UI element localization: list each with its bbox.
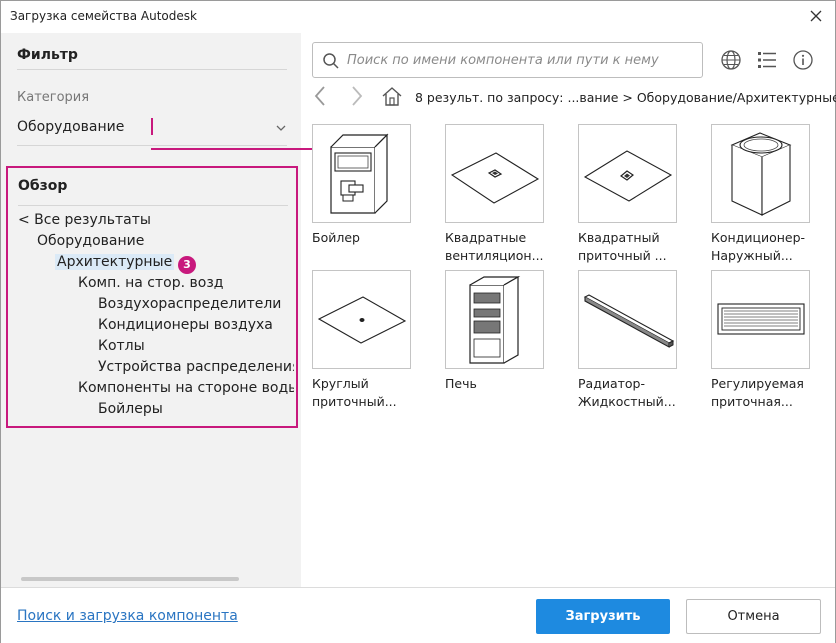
category-label: Категория [17, 90, 90, 105]
thumbnail [711, 124, 810, 223]
card-title: Регулируемая приточная... [711, 376, 804, 409]
divider [17, 145, 287, 146]
window-title: Загрузка семейства Autodesk [10, 9, 197, 23]
tree-item-distribution[interactable]: Устройства распределения [98, 359, 294, 375]
load-button[interactable]: Загрузить [536, 599, 670, 634]
filter-panel: Фильтр Категория Оборудование Обзор < Вс… [1, 33, 301, 587]
thumbnail [445, 124, 544, 223]
thumbnail [312, 124, 411, 223]
divider [18, 205, 288, 206]
result-card[interactable]: Радиатор- Жидкостный... [578, 270, 677, 411]
card-title: Квадратные вентиляцион... [445, 230, 544, 263]
search-load-link[interactable]: Поиск и загрузка компонента [17, 608, 238, 624]
tree-item-boilers[interactable]: Бойлеры [98, 401, 163, 417]
card-title: Бойлер [312, 230, 360, 245]
results-breadcrumb: 8 результ. по запросу: ...вание > Оборуд… [415, 90, 836, 105]
result-card[interactable]: Бойлер [312, 124, 411, 247]
callout-line [151, 148, 321, 150]
callout-line [151, 118, 153, 135]
search-box[interactable] [312, 42, 703, 78]
chevron-right-icon[interactable] [346, 85, 366, 107]
tree-item-air-conditioners[interactable]: Кондиционеры воздуха [98, 317, 273, 333]
boiler-thumbnail-icon [330, 133, 389, 214]
dialog-window: Загрузка семейства Autodesk Фильтр Катег… [0, 0, 836, 643]
card-title: Радиатор- Жидкостный... [578, 376, 676, 409]
ac-outdoor-thumbnail-icon [730, 132, 792, 216]
chevron-left-icon[interactable] [311, 85, 331, 107]
tree-item-air-terminals[interactable]: Воздухораспределители [98, 296, 281, 312]
tree-item-air-side[interactable]: Комп. на стор. возд [78, 275, 223, 291]
info-icon[interactable] [791, 48, 815, 72]
search-input[interactable] [347, 49, 697, 71]
card-title: Круглый приточный... [312, 376, 397, 409]
square-supply-thumbnail-icon [583, 150, 673, 202]
browse-section: Обзор < Все результаты Оборудование Архи… [6, 166, 298, 428]
dialog-footer: Поиск и загрузка компонента Загрузить От… [1, 587, 835, 643]
divider [17, 69, 287, 70]
tree-item-equipment[interactable]: Оборудование [37, 233, 144, 249]
browse-tree: < Все результаты Оборудование Архитектур… [8, 212, 294, 424]
result-card[interactable]: Квадратные вентиляцион... [445, 124, 544, 265]
list-view-icon[interactable] [755, 48, 779, 72]
browse-heading: Обзор [18, 178, 68, 194]
result-card[interactable]: Квадратный приточный ... [578, 124, 677, 265]
result-card[interactable]: Кондиционер- Наружный... [711, 124, 810, 265]
furnace-thumbnail-icon [469, 275, 521, 364]
thumbnail [578, 270, 677, 369]
tree-item-boilers-group[interactable]: Котлы [98, 338, 145, 354]
thumbnail [445, 270, 544, 369]
callout-badge: 3 [178, 256, 196, 274]
result-card[interactable]: Регулируемая приточная... [711, 270, 810, 411]
square-vent-thumbnail-icon [450, 152, 540, 204]
close-icon [810, 10, 822, 22]
result-card[interactable]: Круглый приточный... [312, 270, 411, 411]
globe-icon[interactable] [719, 48, 743, 72]
card-title: Кондиционер- Наружный... [711, 230, 806, 263]
radiator-thumbnail-icon [583, 294, 675, 348]
chevron-down-icon[interactable] [275, 122, 287, 134]
round-supply-thumbnail-icon [317, 296, 407, 344]
card-title: Квадратный приточный ... [578, 230, 667, 263]
home-icon[interactable] [381, 85, 403, 107]
filter-heading: Фильтр [17, 47, 78, 63]
tree-item-water-side[interactable]: Компоненты на стороне воды [78, 380, 294, 396]
thumbnail [312, 270, 411, 369]
card-title: Печь [445, 376, 477, 391]
thumbnail [711, 270, 810, 369]
horizontal-scrollbar[interactable] [21, 577, 239, 581]
result-card[interactable]: Печь [445, 270, 544, 393]
category-dropdown[interactable]: Оборудование [17, 119, 124, 135]
title-bar: Загрузка семейства Autodesk [1, 1, 835, 33]
thumbnail [578, 124, 677, 223]
tree-item-all-results[interactable]: < Все результаты [18, 212, 151, 228]
search-icon [323, 53, 339, 69]
adjustable-supply-thumbnail-icon [717, 303, 805, 335]
cancel-button[interactable]: Отмена [686, 599, 821, 634]
tree-item-architectural[interactable]: Архитектурные [55, 254, 175, 270]
close-button[interactable] [805, 5, 827, 27]
